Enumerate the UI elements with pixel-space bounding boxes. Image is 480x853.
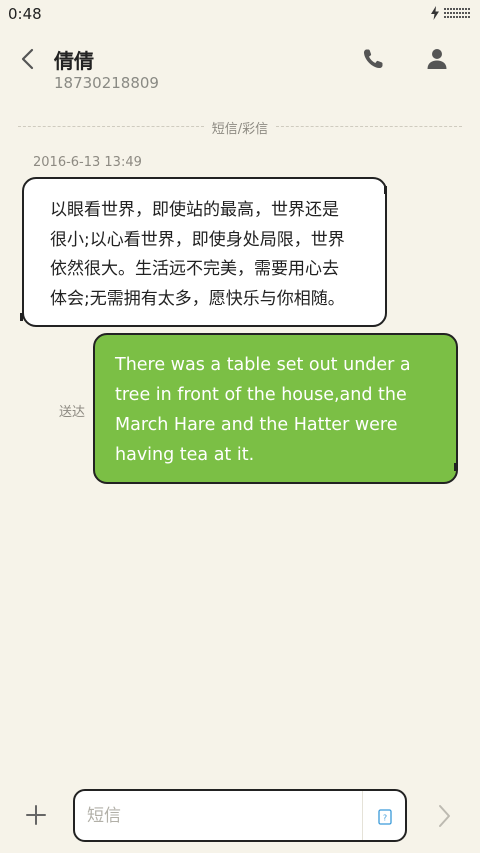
contact-phone-number: 18730218809 — [54, 74, 159, 92]
outgoing-message-bubble[interactable]: There was a table set out under a tree i… — [93, 333, 458, 484]
message-type-divider: 短信/彩信 — [18, 117, 462, 137]
outgoing-message-line: tree in front of the house,and the — [115, 385, 407, 405]
incoming-message-line: 以眼看世界，即使站的最高，世界还是 — [50, 200, 339, 220]
status-bar: 0:48 — [0, 0, 480, 28]
incoming-message-line: 依然很大。生活远不完美，需要用心去 — [50, 259, 339, 279]
message-thread-screen: 0:48 倩倩 18730218809 短信/彩信 2016-6-13 13:4… — [0, 0, 480, 853]
contact-person-icon[interactable] — [424, 46, 450, 72]
svg-text:?: ? — [383, 814, 387, 823]
charging-bolt-icon — [430, 6, 440, 20]
phone-icon[interactable] — [360, 46, 386, 72]
message-input[interactable] — [87, 803, 357, 829]
divider-line-left — [18, 126, 204, 127]
plus-icon[interactable] — [24, 803, 48, 827]
incoming-message-line: 体会;无需拥有太多，愿快乐与你相随。 — [50, 288, 345, 309]
compose-separator — [362, 791, 363, 840]
bubble-corner-mark — [20, 313, 23, 321]
divider-line-right — [276, 126, 462, 127]
bubble-corner-mark — [454, 463, 457, 471]
status-icons — [430, 6, 472, 20]
compose-box: ? — [73, 789, 407, 842]
quick-template-icon[interactable]: ? — [378, 809, 392, 825]
outgoing-message-line: March Hare and the Hatter were — [115, 415, 398, 435]
back-arrow-icon[interactable] — [18, 47, 38, 71]
message-type-label: 短信/彩信 — [211, 122, 269, 137]
outgoing-message-line: There was a table set out under a — [115, 355, 411, 375]
outgoing-message-line: having tea at it. — [115, 445, 255, 465]
incoming-message-line: 很小;以心看世界，即使身处局限，世界 — [50, 229, 345, 250]
status-time: 0:48 — [8, 5, 42, 23]
battery-icon — [444, 8, 470, 18]
incoming-message-bubble[interactable]: 以眼看世界，即使站的最高，世界还是 很小;以心看世界，即使身处局限，世界 依然很… — [22, 177, 387, 327]
contact-name: 倩倩 — [54, 49, 94, 73]
delivery-status: 送达 — [59, 405, 86, 420]
message-timestamp: 2016-6-13 13:49 — [33, 155, 142, 170]
send-arrow-icon[interactable] — [434, 803, 454, 829]
bubble-corner-mark — [384, 186, 387, 194]
